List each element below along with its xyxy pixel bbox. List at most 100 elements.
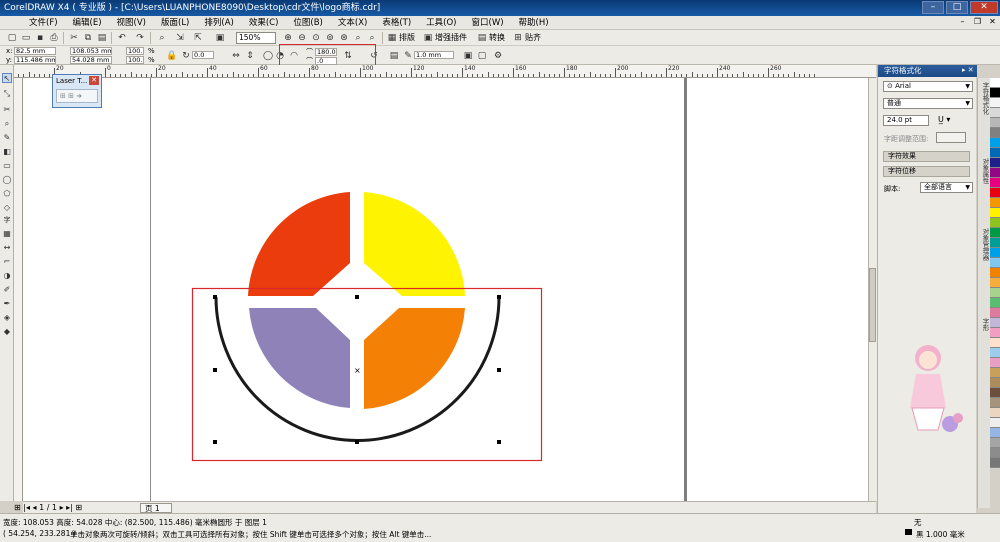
interactive-tool-icon[interactable]: ◑ [2, 271, 12, 281]
color-swatch[interactable] [990, 358, 1000, 368]
color-swatch[interactable] [990, 288, 1000, 298]
script-select[interactable]: 全部语言 ▼ [920, 182, 973, 193]
menu-tools[interactable]: 工具(O) [419, 16, 463, 30]
outline-width-select[interactable]: 1.0 mm [414, 51, 454, 59]
doc-minimize-button[interactable]: – [957, 17, 968, 26]
maximize-button[interactable]: □ [946, 1, 968, 14]
laser-tool-buttons[interactable]: ⊞ ⊞ ➜ [56, 89, 98, 103]
zoom-select[interactable]: 150% [236, 32, 276, 44]
side-tab-glyphs[interactable]: 字形 [979, 318, 990, 331]
color-swatch[interactable] [990, 368, 1000, 378]
kerning-range-field[interactable] [936, 132, 966, 143]
color-swatch[interactable] [990, 318, 1000, 328]
color-swatch[interactable] [990, 348, 1000, 358]
color-swatch[interactable] [990, 438, 1000, 448]
character-offset-section[interactable]: 字符位移 [883, 166, 970, 177]
open-icon[interactable]: ▭ [20, 32, 32, 44]
mirror-h-icon[interactable]: ⇔ [230, 50, 242, 62]
polygon-tool-icon[interactable]: ⬠ [2, 189, 12, 199]
search-icon[interactable]: ⌕ [156, 32, 168, 44]
outline-tool-icon[interactable]: ✒ [2, 299, 12, 309]
laser-close-button[interactable]: ✕ [89, 76, 99, 85]
convert-to-curves-icon[interactable]: ⚙ [492, 50, 504, 62]
color-swatch[interactable] [990, 328, 1000, 338]
color-swatch[interactable] [990, 78, 1000, 88]
connector-tool-icon[interactable]: ⌐ [2, 257, 12, 267]
color-swatch[interactable] [990, 138, 1000, 148]
to-back-icon[interactable]: ▢ [476, 50, 488, 62]
ellipse-tool-icon[interactable]: ◯ [2, 175, 12, 185]
import-icon[interactable]: ⇲ [174, 32, 186, 44]
color-swatch[interactable] [990, 158, 1000, 168]
menu-window[interactable]: 窗口(W) [465, 16, 511, 30]
font-style-select[interactable]: 普通 ▼ [883, 98, 973, 109]
laser-tools-window[interactable]: Laser T... ✕ ⊞ ⊞ ➜ [52, 74, 102, 108]
fill-tool-icon[interactable]: ◈ [2, 313, 12, 323]
ellipse-icon[interactable]: ◯ [262, 50, 274, 62]
eyedropper-tool-icon[interactable]: ✐ [2, 285, 12, 295]
color-swatch[interactable] [990, 278, 1000, 288]
table-tool-icon[interactable]: ▦ [2, 229, 12, 239]
color-swatch[interactable] [990, 118, 1000, 128]
color-swatch[interactable] [990, 88, 1000, 98]
logo-quadrant-top-left[interactable] [248, 192, 350, 296]
print-icon[interactable]: ⎙ [48, 32, 60, 44]
menu-view[interactable]: 视图(V) [110, 16, 153, 30]
smart-fill-icon[interactable]: ◧ [2, 147, 12, 157]
rectangle-tool-icon[interactable]: ▭ [2, 161, 12, 171]
color-swatch[interactable] [990, 428, 1000, 438]
shape-tool-icon[interactable]: ⤡ [2, 89, 12, 99]
color-swatch[interactable] [990, 218, 1000, 228]
zoom-selected-icon[interactable]: ⊙ [310, 32, 322, 44]
undo-icon[interactable]: ↶ [116, 32, 128, 44]
color-swatch[interactable] [990, 198, 1000, 208]
underline-icon[interactable]: U̲ ▾ [938, 115, 950, 124]
text-tool-icon[interactable]: 字 [2, 215, 12, 225]
new-icon[interactable]: ▢ [6, 32, 18, 44]
freehand-tool-icon[interactable]: ✎ [2, 133, 12, 143]
copy-icon[interactable]: ⧉ [82, 32, 94, 44]
menu-bitmaps[interactable]: 位图(B) [286, 16, 329, 30]
color-swatch[interactable] [990, 458, 1000, 468]
basic-shapes-icon[interactable]: ◇ [2, 203, 12, 213]
logo-quadrant-bottom-left[interactable] [249, 308, 350, 408]
export-icon[interactable]: ⇱ [192, 32, 204, 44]
minimize-button[interactable]: – [922, 1, 944, 14]
scale-width-field[interactable]: 100.0 [126, 47, 144, 55]
page-tab[interactable]: 页 1 [140, 503, 172, 513]
arrange-button[interactable]: 排版 [399, 32, 415, 44]
next-page-icon[interactable]: ▸ ▸| ⊞ [60, 503, 83, 512]
redo-icon[interactable]: ↷ [134, 32, 146, 44]
zoom-page-icon[interactable]: ⊛ [338, 32, 350, 44]
color-swatch[interactable] [990, 108, 1000, 118]
color-swatch[interactable] [990, 258, 1000, 268]
color-swatch[interactable] [990, 308, 1000, 318]
side-tab-object-manager[interactable]: 对象管理器 [979, 228, 990, 261]
color-swatch[interactable] [990, 378, 1000, 388]
logo-quadrant-top-right[interactable] [364, 192, 465, 296]
zoom-width-icon[interactable]: ⌕ [352, 32, 364, 44]
color-swatch[interactable] [990, 248, 1000, 258]
menu-edit[interactable]: 编辑(E) [66, 16, 109, 30]
convert-button[interactable]: 转换 [489, 32, 505, 44]
first-page-icon[interactable]: ⊞ |◂ ◂ [14, 503, 39, 512]
color-swatch[interactable] [990, 128, 1000, 138]
plugin-button[interactable]: 增强插件 [435, 32, 467, 44]
color-swatch[interactable] [990, 238, 1000, 248]
menu-arrange[interactable]: 排列(A) [197, 16, 240, 30]
dimension-tool-icon[interactable]: ↔ [2, 243, 12, 253]
height-field[interactable]: 54.028 mm [70, 56, 112, 64]
color-swatch[interactable] [990, 408, 1000, 418]
save-icon[interactable]: ▪ [34, 32, 46, 44]
color-swatch[interactable] [990, 228, 1000, 238]
zoom-tool-icon[interactable]: ⌕ [2, 119, 12, 129]
color-swatch[interactable] [990, 208, 1000, 218]
zoom-height-icon[interactable]: ⌕ [366, 32, 378, 44]
doc-close-button[interactable]: ✕ [987, 17, 998, 26]
color-swatch[interactable] [990, 188, 1000, 198]
color-swatch[interactable] [990, 418, 1000, 428]
zoom-out-icon[interactable]: ⊖ [296, 32, 308, 44]
logo-quadrant-bottom-right[interactable] [364, 308, 465, 409]
menu-text[interactable]: 文本(X) [331, 16, 374, 30]
color-swatch[interactable] [990, 168, 1000, 178]
